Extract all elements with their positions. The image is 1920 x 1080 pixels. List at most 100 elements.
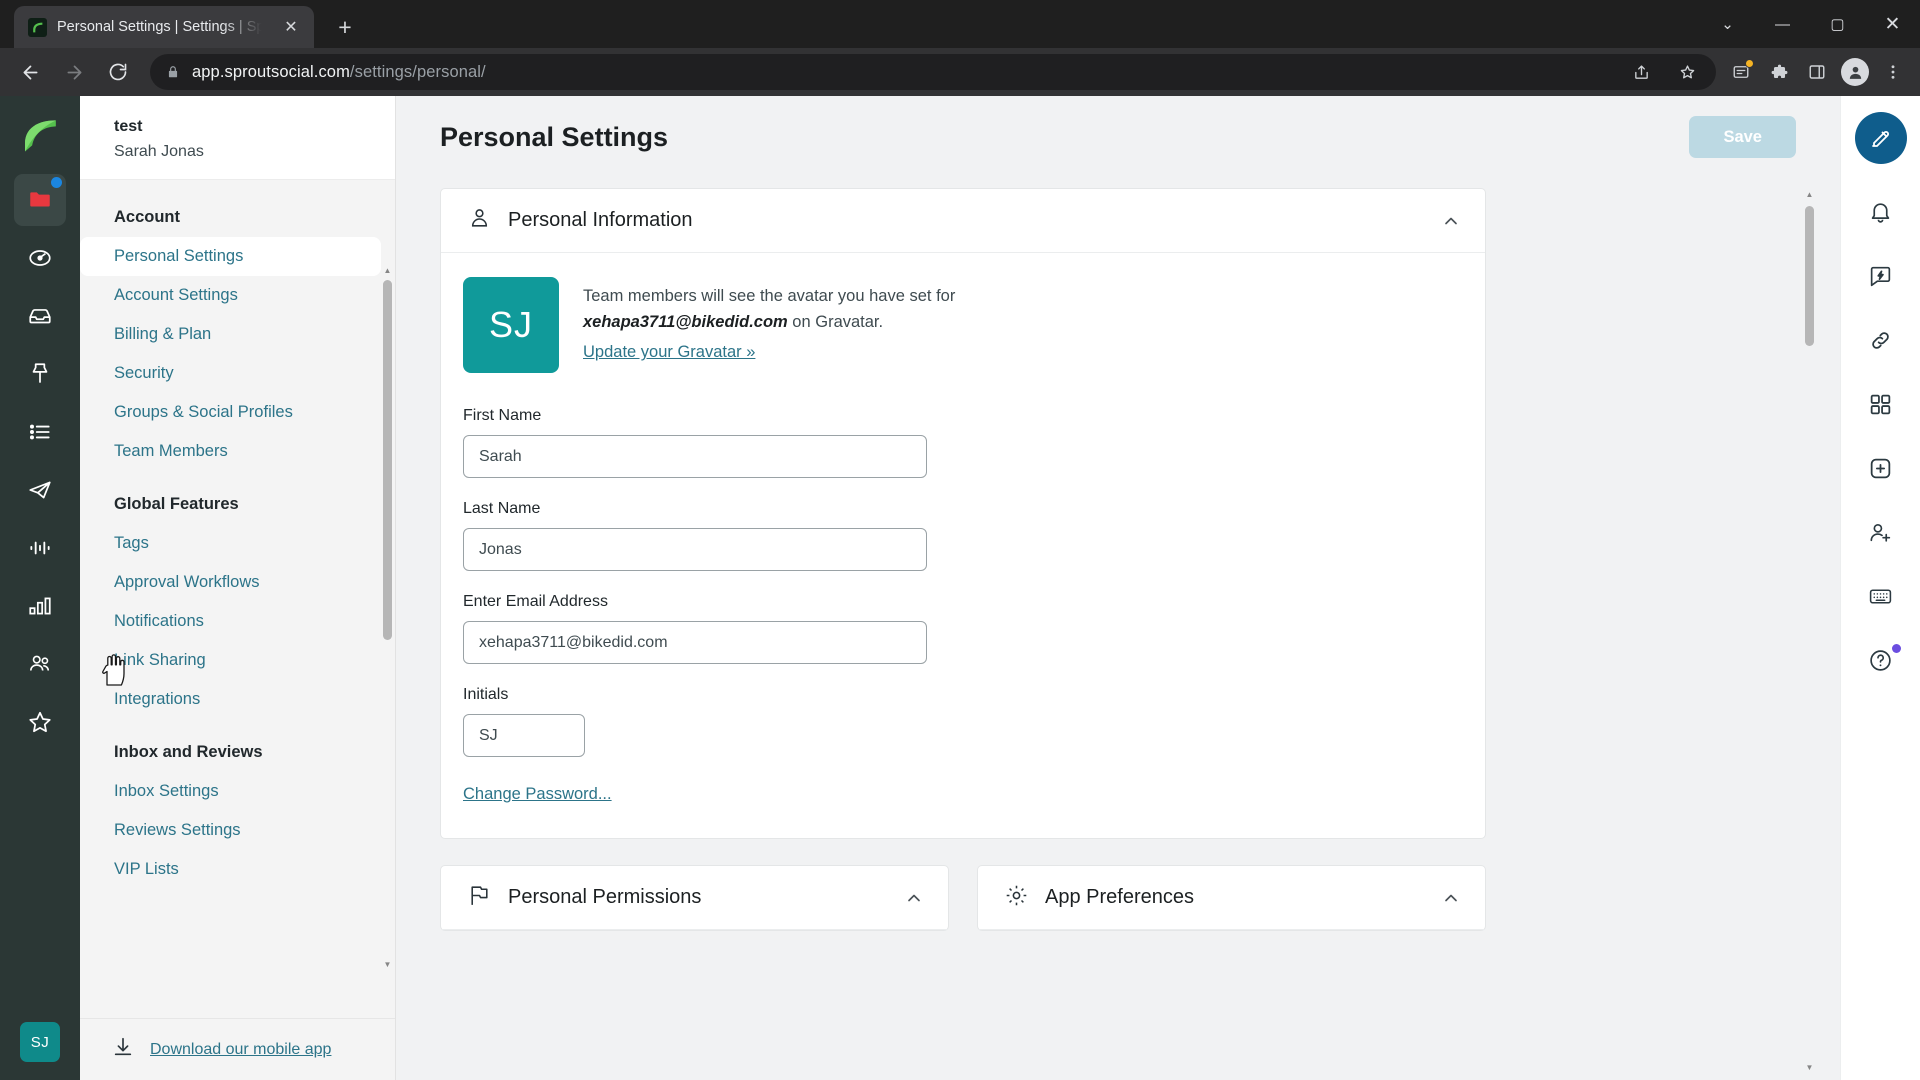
new-tab-button[interactable]: +: [328, 10, 362, 44]
profile-avatar-icon[interactable]: [1838, 55, 1872, 89]
send-paper-plane-icon[interactable]: [14, 464, 66, 516]
notifications-bell-icon[interactable]: [1855, 186, 1907, 238]
sprout-social-logo[interactable]: [18, 114, 62, 158]
scroll-down-icon[interactable]: ▼: [383, 958, 392, 970]
sidebar-item-notifications[interactable]: Notifications: [80, 602, 381, 641]
feedback-bolt-icon[interactable]: [1855, 250, 1907, 302]
extension-update-icon[interactable]: [1724, 55, 1758, 89]
smart-inbox-icon[interactable]: [14, 290, 66, 342]
sidebar-item-billing-plan[interactable]: Billing & Plan: [80, 315, 381, 354]
back-icon[interactable]: [10, 52, 50, 92]
app-preferences-card-header[interactable]: App Preferences: [978, 866, 1485, 930]
personal-permissions-card-header[interactable]: Personal Permissions: [441, 866, 948, 930]
invite-user-icon[interactable]: [1855, 506, 1907, 558]
sidebar-item-integrations[interactable]: Integrations: [80, 680, 381, 719]
initials-input[interactable]: [463, 714, 585, 757]
sidebar-scrollbar[interactable]: ▲ ▼: [383, 180, 392, 1018]
personal-information-card: Personal Information SJ Team members wil…: [440, 188, 1486, 839]
sidebar-footer: Download our mobile app: [80, 1018, 395, 1080]
email-field: Enter Email Address: [463, 593, 1459, 664]
chevron-up-icon[interactable]: [1441, 888, 1461, 908]
minimize-icon[interactable]: ⌄: [1700, 0, 1755, 48]
sidebar-item-tags[interactable]: Tags: [80, 524, 381, 563]
settings-scroll-region: Personal Information SJ Team members wil…: [396, 178, 1840, 1080]
sidebar-item-vip-lists[interactable]: VIP Lists: [80, 850, 381, 889]
download-icon: [112, 1036, 134, 1063]
url-text: app.sproutsocial.com/settings/personal/: [192, 63, 1612, 82]
close-icon[interactable]: ✕: [278, 14, 304, 40]
browser-tab[interactable]: Personal Settings | Settings | Spr ✕: [14, 6, 314, 48]
update-gravatar-link[interactable]: Update your Gravatar »: [583, 339, 755, 365]
download-mobile-app-link[interactable]: Download our mobile app: [150, 1041, 331, 1059]
star-favorites-icon[interactable]: [14, 696, 66, 748]
personal-information-card-header[interactable]: Personal Information: [441, 189, 1485, 253]
share-icon[interactable]: [1624, 55, 1658, 89]
app-viewport: SJ test Sarah Jonas Account Personal Set…: [0, 96, 1920, 1080]
sidebar-item-approval-workflows[interactable]: Approval Workflows: [80, 563, 381, 602]
sidebar-group-account: Account Personal Settings Account Settin…: [80, 198, 395, 471]
restore-icon[interactable]: —: [1755, 0, 1810, 48]
last-name-label: Last Name: [463, 500, 541, 517]
email-label: Enter Email Address: [463, 593, 608, 610]
link-icon[interactable]: [1855, 314, 1907, 366]
sidebar-item-personal-settings[interactable]: Personal Settings: [80, 237, 381, 276]
address-bar[interactable]: app.sproutsocial.com/settings/personal/: [150, 54, 1716, 90]
sidebar-item-security[interactable]: Security: [80, 354, 381, 393]
pin-publishing-icon[interactable]: [14, 348, 66, 400]
chevron-up-icon[interactable]: [904, 888, 924, 908]
forward-icon[interactable]: [54, 52, 94, 92]
sidebar-item-link-sharing[interactable]: Link Sharing: [80, 641, 381, 680]
save-button[interactable]: Save: [1689, 116, 1796, 158]
initials-label: Initials: [463, 686, 509, 703]
sidebar-group-global-features: Global Features Tags Approval Workflows …: [80, 485, 395, 719]
compose-button[interactable]: [1854, 112, 1907, 164]
dashboard-speedometer-icon[interactable]: [14, 232, 66, 284]
employee-advocacy-people-icon[interactable]: [14, 638, 66, 690]
reports-bar-chart-icon[interactable]: [14, 580, 66, 632]
first-name-input[interactable]: [463, 435, 927, 478]
change-password-link[interactable]: Change Password...: [463, 785, 612, 804]
apps-grid-icon[interactable]: [1855, 378, 1907, 430]
sidebar-item-reviews-settings[interactable]: Reviews Settings: [80, 811, 381, 850]
help-question-icon[interactable]: [1855, 634, 1907, 686]
gravatar-desc-line2: on Gravatar.: [792, 313, 884, 332]
person-outline-icon: [467, 206, 492, 236]
personal-permissions-card: Personal Permissions: [440, 865, 949, 931]
scroll-up-icon[interactable]: ▲: [1805, 190, 1814, 199]
scroll-up-icon[interactable]: ▲: [383, 264, 392, 276]
gravatar-row: SJ Team members will see the avatar you …: [463, 277, 1459, 373]
sidebar-item-account-settings[interactable]: Account Settings: [80, 276, 381, 315]
last-name-input[interactable]: [463, 528, 927, 571]
lock-icon: [166, 65, 180, 79]
tasks-list-icon[interactable]: [14, 406, 66, 458]
gravatar-description: Team members will see the avatar you hav…: [583, 277, 955, 373]
add-plus-icon[interactable]: [1855, 442, 1907, 494]
settings-sidebar: test Sarah Jonas Account Personal Settin…: [80, 96, 396, 1080]
maximize-icon[interactable]: ▢: [1810, 0, 1865, 48]
main-scrollbar[interactable]: ▲ ▼: [1805, 190, 1814, 1080]
sidebar-item-groups-social-profiles[interactable]: Groups & Social Profiles: [80, 393, 381, 432]
keyboard-shortcuts-icon[interactable]: [1855, 570, 1907, 622]
reload-icon[interactable]: [98, 52, 138, 92]
scroll-down-icon[interactable]: ▼: [1805, 1063, 1814, 1072]
messages-folder-icon[interactable]: [14, 174, 66, 226]
listening-waveform-icon[interactable]: [14, 522, 66, 574]
puzzle-extensions-icon[interactable]: [1762, 55, 1796, 89]
browser-menu-icon[interactable]: [1876, 55, 1910, 89]
bookmark-star-icon[interactable]: [1670, 55, 1704, 89]
window-controls: ⌄ — ▢ ✕: [1700, 0, 1920, 48]
main-scrollbar-thumb[interactable]: [1805, 206, 1814, 346]
tab-strip: Personal Settings | Settings | Spr ✕ + ⌄…: [0, 0, 1920, 48]
sidebar-group-label: Global Features: [114, 495, 239, 513]
side-panel-icon[interactable]: [1800, 55, 1834, 89]
notification-badge: [51, 177, 62, 188]
email-input[interactable]: [463, 621, 927, 664]
sidebar-item-inbox-settings[interactable]: Inbox Settings: [80, 772, 381, 811]
chevron-up-icon[interactable]: [1441, 211, 1461, 231]
window-close-icon[interactable]: ✕: [1865, 0, 1920, 48]
rail-user-avatar[interactable]: SJ: [20, 1022, 60, 1062]
sidebar-item-team-members[interactable]: Team Members: [80, 432, 381, 471]
account-name: test: [114, 118, 143, 135]
sidebar-scrollbar-thumb[interactable]: [383, 280, 392, 640]
lower-cards-row: Personal Permissions App Preferences: [440, 865, 1796, 931]
